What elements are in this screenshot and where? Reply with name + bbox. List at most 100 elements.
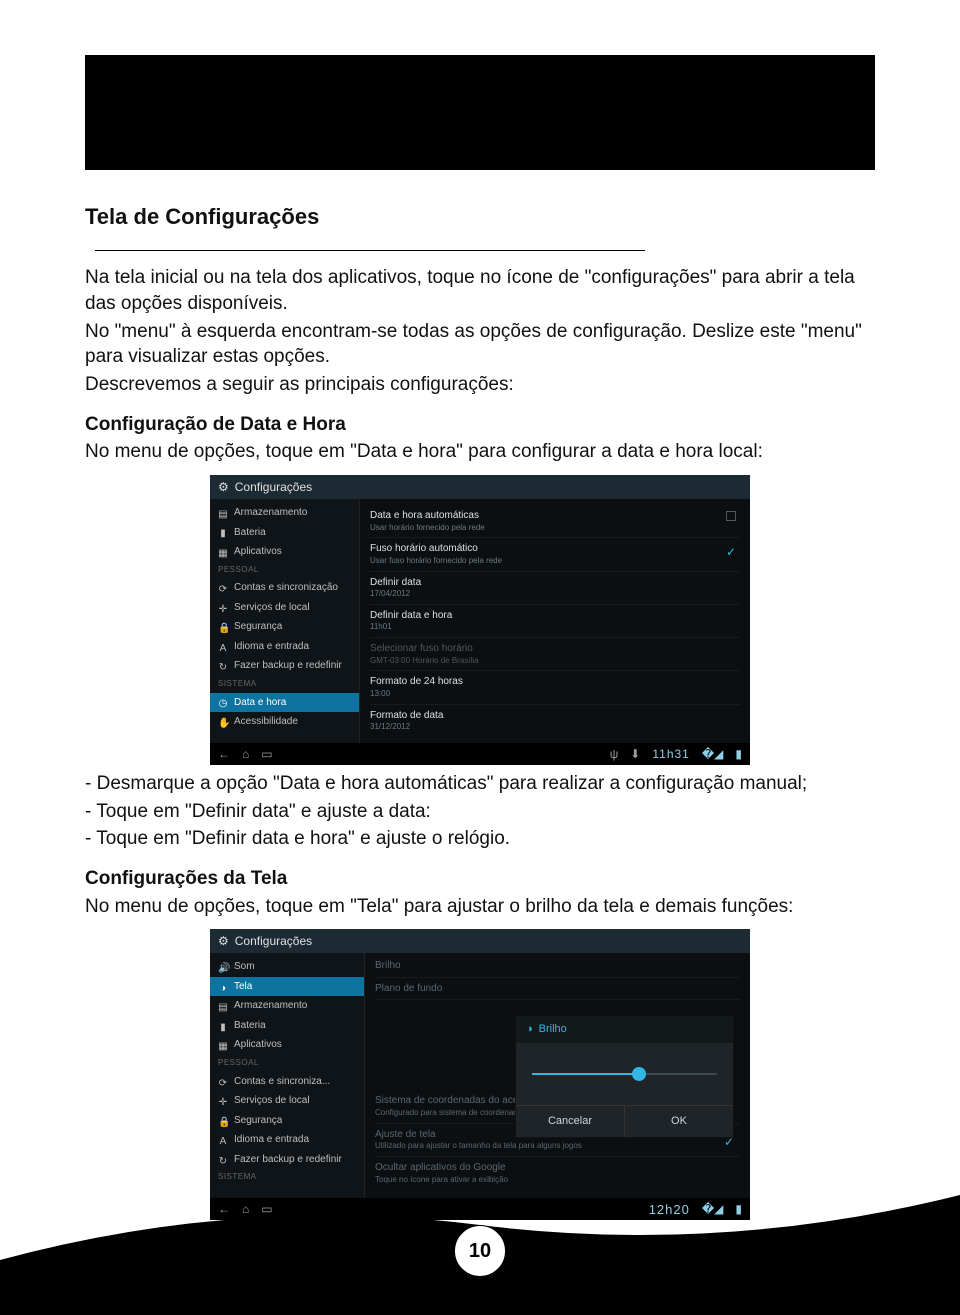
slider-thumb-icon[interactable] bbox=[632, 1067, 646, 1081]
screenshot-title-bar: ⚙ Configurações bbox=[210, 475, 750, 499]
sidebar-item-label: Serviços de local bbox=[234, 601, 310, 615]
page-number: 10 bbox=[469, 1240, 491, 1263]
ok-button[interactable]: OK bbox=[624, 1106, 733, 1137]
battery-icon: ▮ bbox=[218, 527, 228, 537]
backup-icon: ↻ bbox=[218, 661, 228, 671]
bullet: - Toque em "Definir data" e ajuste a dat… bbox=[85, 799, 875, 825]
screenshot-title-bar: ⚙ Configurações bbox=[210, 929, 750, 953]
section-title: Tela de Configurações bbox=[85, 202, 319, 232]
option-sublabel: 11h01 bbox=[370, 622, 740, 633]
sidebar-item-label: Aplicativos bbox=[234, 1038, 282, 1052]
display-icon: ◑ bbox=[218, 982, 228, 992]
storage-icon: ▤ bbox=[218, 508, 228, 518]
checkbox-off-icon[interactable] bbox=[726, 511, 736, 521]
sidebar-item-label: Contas e sincronização bbox=[234, 581, 338, 595]
settings-panel: Brilho Plano de fundo Sistema de coorden… bbox=[365, 953, 750, 1198]
sync-icon: ⟳ bbox=[218, 1077, 228, 1087]
usb-icon: ψ bbox=[610, 746, 619, 762]
sidebar-item-label: Segurança bbox=[234, 1114, 282, 1128]
settings-icon: ⚙ bbox=[218, 479, 229, 495]
apps-icon: ▦ bbox=[218, 547, 228, 557]
home-icon[interactable]: ⌂ bbox=[242, 746, 249, 762]
sidebar-item-label: Armazenamento bbox=[234, 506, 307, 520]
location-icon: ✛ bbox=[218, 603, 228, 613]
checkbox-on-icon[interactable]: ✓ bbox=[726, 544, 736, 560]
language-icon: A bbox=[218, 642, 228, 652]
lock-icon: 🔒 bbox=[218, 622, 228, 632]
subsection-heading: Configurações da Tela bbox=[85, 866, 875, 892]
status-clock: 11h31 bbox=[652, 746, 689, 762]
bullet: - Desmarque a opção "Data e hora automát… bbox=[85, 771, 875, 797]
option-label: Data e hora automáticas bbox=[370, 509, 740, 523]
option-label: Definir data e hora bbox=[370, 609, 740, 623]
sidebar-heading: PESSOAL bbox=[210, 1055, 364, 1072]
screenshot-date-time: ⚙ Configurações ▤ Armazenamento ▮ Bateria … bbox=[210, 475, 750, 765]
paragraph: No "menu" à esquerda encontram-se todas … bbox=[85, 319, 875, 370]
sidebar-item-label: Contas e sincroniza... bbox=[234, 1075, 330, 1089]
option-sublabel: 17/04/2012 bbox=[370, 589, 740, 600]
battery-icon: ▮ bbox=[218, 1021, 228, 1031]
option-label: Formato de 24 horas bbox=[370, 675, 740, 689]
sidebar-item-label: Fazer backup e redefinir bbox=[234, 659, 342, 673]
sidebar-item-label: Serviços de local bbox=[234, 1094, 310, 1108]
sound-icon: 🔊 bbox=[218, 962, 228, 972]
option-label: Definir data bbox=[370, 576, 740, 590]
settings-panel: Data e hora automáticasUsar horário forn… bbox=[360, 499, 750, 743]
dialog-title: Brilho bbox=[539, 1022, 567, 1037]
sidebar-item-label: Armazenamento bbox=[234, 999, 307, 1013]
location-icon: ✛ bbox=[218, 1096, 228, 1106]
brightness-icon: ◑ bbox=[526, 1022, 533, 1037]
screenshot-title: Configurações bbox=[235, 479, 312, 495]
paragraph: Na tela inicial ou na tela dos aplicativ… bbox=[85, 265, 875, 316]
option-label: Plano de fundo bbox=[375, 982, 740, 996]
section-rule bbox=[95, 250, 645, 251]
cancel-button[interactable]: Cancelar bbox=[516, 1106, 624, 1137]
option-sublabel: 31/12/2012 bbox=[370, 722, 740, 733]
sidebar-item-label: Bateria bbox=[234, 1019, 266, 1033]
storage-icon: ▤ bbox=[218, 1001, 228, 1011]
option-sublabel: Usar fuso horário fornecido pela rede bbox=[370, 556, 740, 567]
option-sublabel: Usar horário fornecido pela rede bbox=[370, 523, 740, 534]
sidebar-heading: SISTEMA bbox=[210, 676, 359, 693]
header-black-bar bbox=[85, 55, 875, 170]
sidebar: ▤ Armazenamento ▮ Bateria ▦ Aplicativos PES… bbox=[210, 499, 360, 743]
recent-icon[interactable]: ▭ bbox=[261, 746, 272, 762]
brightness-dialog: ◑ Brilho Cancelar OK bbox=[515, 1015, 734, 1138]
back-icon[interactable]: ← bbox=[218, 746, 230, 762]
sidebar-item-label: Segurança bbox=[234, 620, 282, 634]
brightness-slider[interactable] bbox=[532, 1073, 717, 1075]
lock-icon: 🔒 bbox=[218, 1116, 228, 1126]
android-navbar: ← ⌂ ▭ ψ ⬇ 11h31 �◢ ▮ bbox=[210, 743, 750, 765]
option-sublabel: 13:00 bbox=[370, 689, 740, 700]
backup-icon: ↻ bbox=[218, 1155, 228, 1165]
wifi-icon: �◢ bbox=[702, 746, 724, 762]
sidebar: 🔊 Som ◑ Tela ▤ Armazenamento ▮ Bateria ▦ Apli… bbox=[210, 953, 365, 1198]
paragraph: Descrevemos a seguir as principais confi… bbox=[85, 372, 875, 398]
screenshot-title: Configurações bbox=[235, 933, 312, 949]
download-icon: ⬇ bbox=[630, 746, 640, 762]
option-label: Selecionar fuso horário bbox=[370, 642, 740, 656]
subsection-heading: Configuração de Data e Hora bbox=[85, 412, 875, 438]
sync-icon: ⟳ bbox=[218, 583, 228, 593]
sidebar-item-label: Data e hora bbox=[234, 696, 286, 710]
sidebar-heading: PESSOAL bbox=[210, 562, 359, 579]
sidebar-item-label: Idioma e entrada bbox=[234, 1133, 309, 1147]
language-icon: A bbox=[218, 1135, 228, 1145]
sidebar-item-label: Bateria bbox=[234, 526, 266, 540]
paragraph: No menu de opções, toque em "Data e hora… bbox=[85, 439, 875, 465]
sidebar-item-label: Aplicativos bbox=[234, 545, 282, 559]
battery-status-icon: ▮ bbox=[735, 746, 742, 762]
settings-icon: ⚙ bbox=[218, 933, 229, 949]
sidebar-item-label: Acessibilidade bbox=[234, 715, 298, 729]
clock-icon: ◷ bbox=[218, 697, 228, 707]
sidebar-item-label: Tela bbox=[234, 980, 252, 994]
apps-icon: ▦ bbox=[218, 1040, 228, 1050]
sidebar-item-label: Idioma e entrada bbox=[234, 640, 309, 654]
accessibility-icon: ✋ bbox=[218, 717, 228, 727]
option-label: Fuso horário automático bbox=[370, 542, 740, 556]
option-sublabel: Utilizado para ajustar o tamanho da tela… bbox=[375, 1141, 740, 1152]
page-number-badge: 10 bbox=[454, 1225, 506, 1277]
option-label: Brilho bbox=[375, 959, 740, 973]
sidebar-item-label: Som bbox=[234, 960, 255, 974]
paragraph: No menu de opções, toque em "Tela" para … bbox=[85, 894, 875, 920]
